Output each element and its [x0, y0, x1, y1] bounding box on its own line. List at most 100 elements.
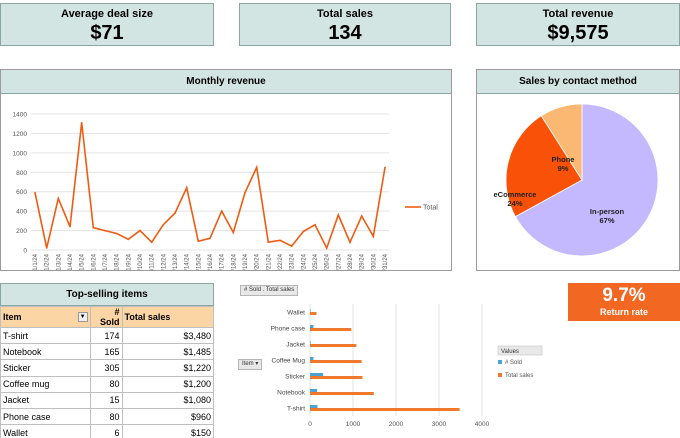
bar-sold[interactable]	[310, 341, 311, 344]
cell-total-sales: $1,080	[121, 391, 214, 409]
table-row[interactable]: T-shirt 174 $3,480	[0, 326, 214, 345]
table-row[interactable]: Sticker 305 $1,220	[0, 359, 214, 377]
data-point[interactable]	[279, 239, 281, 242]
data-point[interactable]	[349, 241, 351, 244]
data-point[interactable]	[162, 223, 165, 226]
data-point[interactable]	[244, 191, 246, 194]
bar-sold[interactable]	[310, 309, 311, 312]
x-tick-label: 1/8/24	[115, 253, 121, 270]
data-point[interactable]	[80, 121, 83, 124]
data-point[interactable]	[209, 237, 211, 240]
cell-sold: 165	[89, 343, 123, 361]
data-point[interactable]	[174, 212, 176, 214]
data-point[interactable]	[220, 210, 223, 212]
cell-sold: 80	[89, 375, 123, 393]
data-point[interactable]	[104, 229, 106, 232]
table-row[interactable]: Phone case 80 $960	[0, 407, 214, 426]
data-point[interactable]	[325, 247, 328, 249]
data-point[interactable]	[267, 241, 270, 244]
bar-total-sales[interactable]	[310, 408, 460, 411]
kpi-label: Total sales	[316, 8, 374, 20]
slice-label: In-person	[590, 207, 625, 216]
x-tick-label: 1/25/24	[313, 253, 319, 270]
x-tick-label: 1/7/24	[103, 253, 109, 270]
contact-method-pie-chart[interactable]: In-person67% eCommerce24% Phone9%	[477, 94, 679, 270]
table-header-row: Item ▼ # Sold Total sales	[0, 306, 214, 328]
table-row[interactable]: Jacket 15 $1,080	[0, 391, 214, 409]
data-point[interactable]	[69, 225, 71, 228]
cell-sold: 6	[89, 424, 123, 438]
monthly-revenue-chart[interactable]: 0 200 400 600 800 1000 1200 1400 1/1/24 1/2/24 1/3…	[1, 94, 451, 275]
table-row[interactable]: Coffee mug 80 $1,200	[0, 375, 214, 393]
x-tick-label: 1/24/24	[301, 253, 307, 270]
top-selling-table: Item ▼ # Sold Total sales T-shirt 174 $3,4…	[0, 306, 214, 438]
x-tick-label: 1000	[346, 421, 361, 428]
data-point[interactable]	[185, 187, 188, 189]
x-tick-label: 1/31/24	[383, 253, 389, 270]
data-point[interactable]	[115, 232, 118, 235]
top-items-bar-chart[interactable]: 0 1000 2000 3000 4000 T-shirt Notebook Sticker C…	[262, 298, 562, 438]
x-tick-label: 1/26/24	[325, 253, 331, 270]
bar-total-sales[interactable]	[310, 392, 374, 395]
category-label: Sticker	[285, 374, 306, 381]
data-point[interactable]	[302, 230, 305, 233]
data-point[interactable]	[34, 191, 36, 194]
kpi-total-sales: Total sales 134	[239, 3, 451, 46]
bar-total-sales[interactable]	[310, 312, 317, 315]
bar-total-sales[interactable]	[310, 360, 362, 363]
data-point[interactable]	[255, 166, 258, 169]
data-point[interactable]	[372, 235, 375, 238]
column-header-sold[interactable]: # Sold	[89, 306, 123, 328]
data-point[interactable]	[150, 241, 153, 244]
x-tick-label: 1/22/24	[278, 253, 284, 270]
bar-sold[interactable]	[310, 373, 324, 376]
x-tick-label: 1/27/24	[336, 253, 342, 270]
pivot-field-button[interactable]: # Sold . Total sales	[240, 285, 299, 296]
return-rate-card: 9.7% Return rate	[568, 283, 680, 321]
x-tick-label: 1/14/24	[185, 253, 191, 270]
bar-sold[interactable]	[310, 357, 314, 360]
data-point[interactable]	[57, 197, 60, 200]
filter-dropdown-icon[interactable]: ▼	[77, 312, 88, 322]
category-label: Notebook	[277, 390, 306, 397]
cell-item: Sticker	[0, 359, 91, 377]
data-point[interactable]	[92, 226, 95, 229]
bar-sold[interactable]	[310, 405, 318, 408]
column-header-total-sales[interactable]: Total sales	[121, 306, 214, 328]
legend-swatch-sold	[498, 360, 502, 364]
x-tick-label: 1/10/24	[138, 253, 144, 270]
column-header-item[interactable]: Item ▼	[0, 306, 91, 328]
data-point[interactable]	[360, 215, 363, 217]
x-tick-label: 1/16/24	[208, 253, 214, 270]
table-row[interactable]: Wallet 6 $150	[0, 424, 214, 438]
data-point[interactable]	[337, 214, 340, 216]
x-tick-label: 1/1/24	[33, 253, 39, 270]
data-point[interactable]	[232, 231, 235, 234]
x-tick-label: 1/30/24	[371, 253, 377, 270]
bar-total-sales[interactable]	[310, 376, 363, 379]
x-tick-label: 4000	[475, 421, 490, 428]
column-header-label: Item	[3, 312, 22, 322]
data-point[interactable]	[139, 229, 141, 232]
bar-total-sales[interactable]	[310, 328, 352, 331]
cell-item: Jacket	[0, 391, 91, 409]
data-point[interactable]	[197, 240, 200, 243]
x-tick-label: 1/11/24	[150, 253, 156, 270]
x-tick-label: 1/17/24	[220, 253, 226, 270]
pivot-item-button[interactable]: Item ▾	[238, 359, 263, 370]
dropdown-icon: ▾	[255, 361, 259, 367]
x-tick-label: 0	[308, 421, 312, 428]
data-point[interactable]	[290, 245, 293, 247]
bar-total-sales[interactable]	[310, 344, 357, 347]
x-tick-label: 1/29/24	[360, 253, 366, 270]
bar-sold[interactable]	[310, 325, 314, 328]
kpi-value: $71	[90, 22, 124, 44]
bar-sold[interactable]	[310, 389, 318, 392]
data-point[interactable]	[314, 223, 316, 226]
data-point[interactable]	[384, 166, 386, 169]
y-tick-label: 1400	[13, 112, 28, 119]
series-line-total[interactable]	[34, 122, 386, 251]
data-point[interactable]	[45, 247, 48, 249]
data-point[interactable]	[127, 238, 130, 241]
table-row[interactable]: Notebook 165 $1,485	[0, 343, 214, 361]
